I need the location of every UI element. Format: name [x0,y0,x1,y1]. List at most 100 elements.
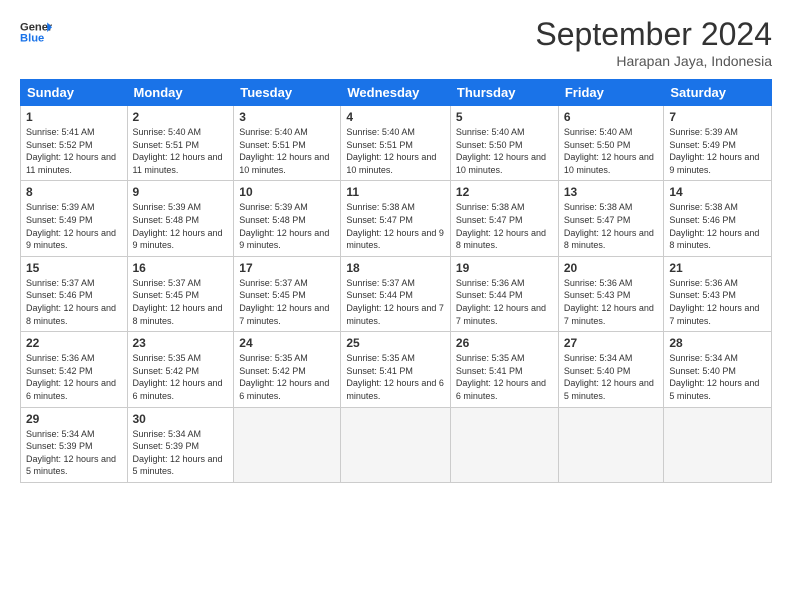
svg-text:Blue: Blue [20,33,44,45]
day-number: 9 [133,185,229,199]
calendar-table: SundayMondayTuesdayWednesdayThursdayFrid… [20,79,772,483]
sunrise-text: Sunrise: 5:39 AM [669,127,738,137]
calendar-day-cell: 24 Sunrise: 5:35 AM Sunset: 5:42 PM Dayl… [234,332,341,407]
day-number: 21 [669,261,766,275]
daylight-text: Daylight: 12 hours and 5 minutes. [26,454,116,477]
calendar-day-cell: 10 Sunrise: 5:39 AM Sunset: 5:48 PM Dayl… [234,181,341,256]
daylight-text: Daylight: 12 hours and 8 minutes. [26,303,116,326]
sunrise-text: Sunrise: 5:40 AM [564,127,633,137]
sunrise-text: Sunrise: 5:38 AM [669,202,738,212]
day-of-week-header: Thursday [450,80,558,106]
daylight-text: Daylight: 12 hours and 10 minutes. [564,152,654,175]
sunset-text: Sunset: 5:39 PM [26,441,93,451]
day-number: 8 [26,185,122,199]
daylight-text: Daylight: 12 hours and 10 minutes. [239,152,329,175]
daylight-text: Daylight: 12 hours and 5 minutes. [669,378,759,401]
sunrise-text: Sunrise: 5:37 AM [346,278,415,288]
logo: General Blue [20,16,52,48]
daylight-text: Daylight: 12 hours and 8 minutes. [564,228,654,251]
sunrise-text: Sunrise: 5:37 AM [133,278,202,288]
sunset-text: Sunset: 5:47 PM [346,215,413,225]
sunset-text: Sunset: 5:52 PM [26,140,93,150]
sunset-text: Sunset: 5:41 PM [346,366,413,376]
sunrise-text: Sunrise: 5:38 AM [346,202,415,212]
day-number: 4 [346,110,445,124]
calendar-week-row: 15 Sunrise: 5:37 AM Sunset: 5:46 PM Dayl… [21,256,772,331]
day-number: 30 [133,412,229,426]
day-of-week-header: Sunday [21,80,128,106]
daylight-text: Daylight: 12 hours and 7 minutes. [456,303,546,326]
sunset-text: Sunset: 5:45 PM [133,290,200,300]
day-of-week-header: Tuesday [234,80,341,106]
day-number: 19 [456,261,553,275]
page: General Blue September 2024 Harapan Jaya… [0,0,792,612]
daylight-text: Daylight: 12 hours and 9 minutes. [346,228,444,251]
day-number: 29 [26,412,122,426]
day-number: 5 [456,110,553,124]
day-number: 13 [564,185,659,199]
sunrise-text: Sunrise: 5:40 AM [133,127,202,137]
sunset-text: Sunset: 5:42 PM [133,366,200,376]
day-of-week-header: Saturday [664,80,772,106]
day-number: 15 [26,261,122,275]
sunrise-text: Sunrise: 5:34 AM [669,353,738,363]
month-title: September 2024 [535,16,772,53]
sunset-text: Sunset: 5:46 PM [669,215,736,225]
calendar-day-cell: 17 Sunrise: 5:37 AM Sunset: 5:45 PM Dayl… [234,256,341,331]
day-number: 6 [564,110,659,124]
calendar-day-cell: 25 Sunrise: 5:35 AM Sunset: 5:41 PM Dayl… [341,332,451,407]
sunrise-text: Sunrise: 5:39 AM [239,202,308,212]
calendar-day-cell: 29 Sunrise: 5:34 AM Sunset: 5:39 PM Dayl… [21,407,128,482]
day-number: 27 [564,336,659,350]
daylight-text: Daylight: 12 hours and 7 minutes. [564,303,654,326]
sunrise-text: Sunrise: 5:36 AM [564,278,633,288]
daylight-text: Daylight: 12 hours and 9 minutes. [239,228,329,251]
calendar-day-cell: 2 Sunrise: 5:40 AM Sunset: 5:51 PM Dayli… [127,106,234,181]
sunset-text: Sunset: 5:48 PM [133,215,200,225]
daylight-text: Daylight: 12 hours and 6 minutes. [133,378,223,401]
sunset-text: Sunset: 5:47 PM [456,215,523,225]
sunrise-text: Sunrise: 5:35 AM [346,353,415,363]
daylight-text: Daylight: 12 hours and 10 minutes. [346,152,436,175]
calendar-week-row: 29 Sunrise: 5:34 AM Sunset: 5:39 PM Dayl… [21,407,772,482]
calendar-day-cell [341,407,451,482]
calendar-day-cell: 8 Sunrise: 5:39 AM Sunset: 5:49 PM Dayli… [21,181,128,256]
day-number: 12 [456,185,553,199]
calendar-day-cell: 22 Sunrise: 5:36 AM Sunset: 5:42 PM Dayl… [21,332,128,407]
sunset-text: Sunset: 5:42 PM [26,366,93,376]
day-number: 18 [346,261,445,275]
logo-icon: General Blue [20,16,52,48]
calendar-day-cell: 11 Sunrise: 5:38 AM Sunset: 5:47 PM Dayl… [341,181,451,256]
calendar-day-cell [234,407,341,482]
calendar-day-cell: 4 Sunrise: 5:40 AM Sunset: 5:51 PM Dayli… [341,106,451,181]
calendar-day-cell: 30 Sunrise: 5:34 AM Sunset: 5:39 PM Dayl… [127,407,234,482]
day-number: 17 [239,261,335,275]
sunrise-text: Sunrise: 5:40 AM [346,127,415,137]
calendar-day-cell: 27 Sunrise: 5:34 AM Sunset: 5:40 PM Dayl… [558,332,664,407]
daylight-text: Daylight: 12 hours and 8 minutes. [133,303,223,326]
sunrise-text: Sunrise: 5:39 AM [26,202,95,212]
sunrise-text: Sunrise: 5:39 AM [133,202,202,212]
day-number: 26 [456,336,553,350]
daylight-text: Daylight: 12 hours and 8 minutes. [669,228,759,251]
calendar-day-cell: 14 Sunrise: 5:38 AM Sunset: 5:46 PM Dayl… [664,181,772,256]
daylight-text: Daylight: 12 hours and 7 minutes. [669,303,759,326]
daylight-text: Daylight: 12 hours and 7 minutes. [239,303,329,326]
sunrise-text: Sunrise: 5:34 AM [26,429,95,439]
location: Harapan Jaya, Indonesia [535,53,772,69]
calendar-day-cell: 7 Sunrise: 5:39 AM Sunset: 5:49 PM Dayli… [664,106,772,181]
sunrise-text: Sunrise: 5:36 AM [456,278,525,288]
sunrise-text: Sunrise: 5:36 AM [669,278,738,288]
day-number: 3 [239,110,335,124]
sunset-text: Sunset: 5:40 PM [564,366,631,376]
sunrise-text: Sunrise: 5:35 AM [133,353,202,363]
sunrise-text: Sunrise: 5:37 AM [239,278,308,288]
calendar-day-cell: 20 Sunrise: 5:36 AM Sunset: 5:43 PM Dayl… [558,256,664,331]
day-number: 14 [669,185,766,199]
calendar-week-row: 1 Sunrise: 5:41 AM Sunset: 5:52 PM Dayli… [21,106,772,181]
sunset-text: Sunset: 5:49 PM [669,140,736,150]
title-block: September 2024 Harapan Jaya, Indonesia [535,16,772,69]
sunrise-text: Sunrise: 5:35 AM [239,353,308,363]
calendar-week-row: 8 Sunrise: 5:39 AM Sunset: 5:49 PM Dayli… [21,181,772,256]
day-number: 16 [133,261,229,275]
